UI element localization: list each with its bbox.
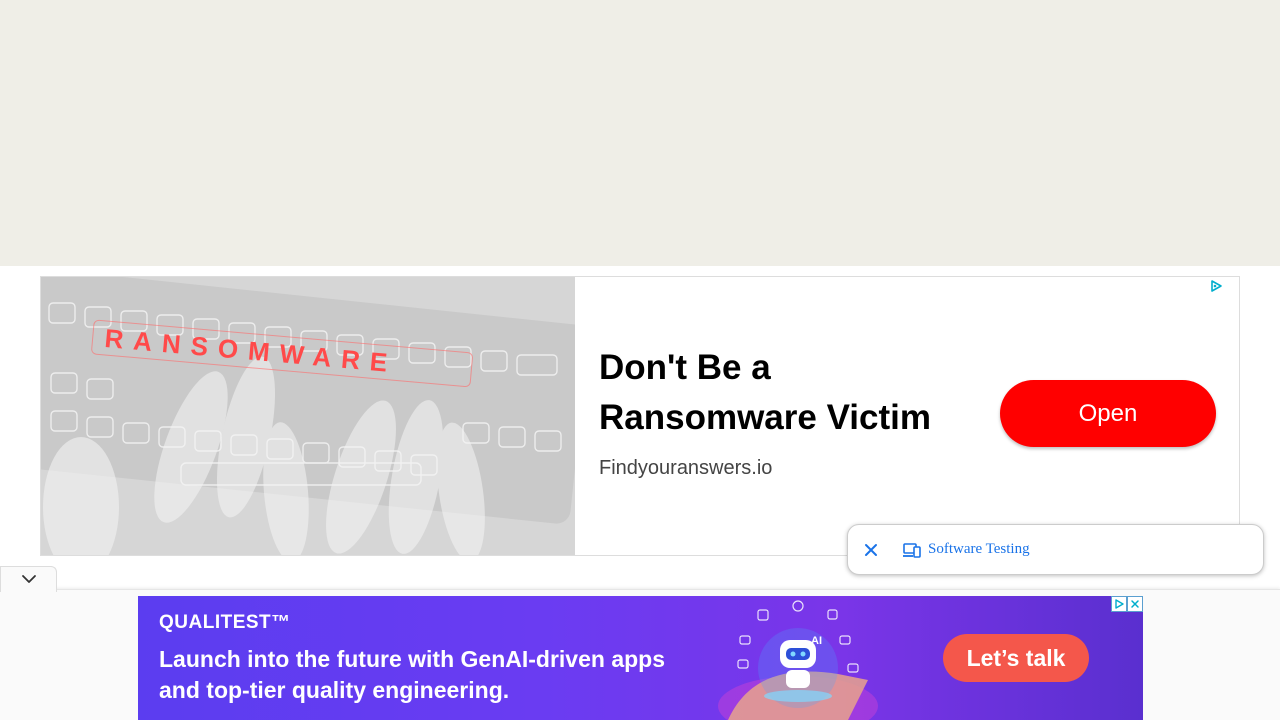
top-blank-area bbox=[0, 0, 1280, 266]
devices-icon bbox=[903, 541, 921, 559]
collapse-anchor-tab[interactable] bbox=[0, 566, 57, 592]
related-search-chip[interactable]: Software Testing bbox=[847, 524, 1264, 575]
ai-robot-illustration: AI bbox=[718, 600, 878, 720]
ad-image-keyboard[interactable]: RANSOMWARE bbox=[41, 277, 575, 555]
close-icon[interactable] bbox=[1127, 596, 1143, 612]
ad-domain[interactable]: Findyouranswers.io bbox=[599, 457, 772, 480]
banner-headline: Launch into the future with GenAI-driven… bbox=[159, 646, 666, 703]
ai-label: AI bbox=[811, 635, 822, 647]
chevron-down-icon bbox=[21, 571, 37, 589]
adchoices-icon[interactable] bbox=[1111, 596, 1127, 612]
banner-adchoices[interactable] bbox=[1111, 596, 1143, 612]
ad-open-button[interactable]: Open bbox=[1000, 380, 1216, 447]
display-ad[interactable]: RANSOMWARE Don't Be a Ransomware Victim … bbox=[40, 276, 1240, 556]
close-icon[interactable] bbox=[862, 541, 880, 559]
ad-headline[interactable]: Don't Be a Ransomware Victim bbox=[599, 343, 979, 443]
banner-brand: QUALITEST™ bbox=[159, 612, 291, 633]
keyboard-illustration: RANSOMWARE bbox=[41, 277, 575, 555]
lets-talk-button[interactable]: Let’s talk bbox=[943, 634, 1089, 682]
adchoices-icon[interactable] bbox=[1209, 279, 1223, 293]
related-search-label[interactable]: Software Testing bbox=[928, 541, 1030, 558]
anchor-banner-ad[interactable]: QUALITEST™ Launch into the future with G… bbox=[138, 596, 1143, 720]
